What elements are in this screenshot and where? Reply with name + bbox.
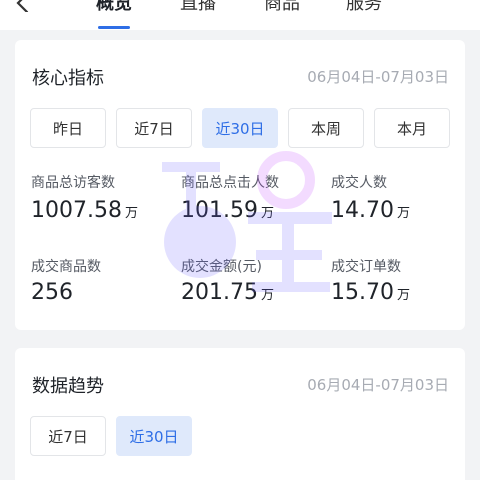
- filter-30days[interactable]: 近30日: [202, 108, 278, 148]
- trend-filter-7days[interactable]: 近7日: [30, 416, 106, 456]
- tab-service[interactable]: 服务: [346, 0, 382, 18]
- metric-label-visitors: 商品总访客数: [31, 175, 115, 191]
- top-nav-bar: 概览 直播 商品 服务: [0, 0, 480, 30]
- chevron-left-icon[interactable]: [14, 0, 34, 12]
- tab-overview[interactable]: 概览: [96, 0, 132, 18]
- metric-value-orders: 15.70 万: [331, 280, 410, 305]
- core-metrics-title: 核心指标: [32, 68, 104, 89]
- metric-label-gmv: 成交金额(元): [181, 259, 262, 275]
- trend-filter-30days[interactable]: 近30日: [116, 416, 192, 456]
- metric-label-buyers: 成交人数: [331, 175, 387, 191]
- metric-value-clicks: 101.59 万: [181, 198, 274, 223]
- tab-live[interactable]: 直播: [180, 0, 216, 18]
- filter-this-week[interactable]: 本周: [288, 108, 364, 148]
- core-metrics-card: 核心指标 06月04日-07月03日 昨日 近7日 近30日 本周 本月 商品总…: [15, 40, 465, 330]
- active-tab-indicator: [98, 26, 130, 29]
- data-trend-card: 数据趋势 06月04日-07月03日 近7日 近30日: [15, 348, 465, 480]
- metric-value-buyers: 14.70 万: [331, 198, 410, 223]
- metric-value-gmv: 201.75 万: [181, 280, 274, 305]
- core-metrics-date-range[interactable]: 06月04日-07月03日: [307, 66, 449, 87]
- data-trend-title: 数据趋势: [32, 376, 104, 397]
- filter-yesterday[interactable]: 昨日: [30, 108, 106, 148]
- metric-label-orders: 成交订单数: [331, 259, 401, 275]
- filter-7days[interactable]: 近7日: [116, 108, 192, 148]
- data-trend-date-range[interactable]: 06月04日-07月03日: [307, 374, 449, 395]
- metric-label-clicks: 商品总点击人数: [181, 175, 279, 191]
- metric-value-visitors: 1007.58 万: [31, 198, 138, 223]
- tab-products[interactable]: 商品: [264, 0, 300, 18]
- metric-value-items-sold: 256: [31, 280, 73, 305]
- metric-label-items-sold: 成交商品数: [31, 259, 101, 275]
- filter-this-month[interactable]: 本月: [374, 108, 450, 148]
